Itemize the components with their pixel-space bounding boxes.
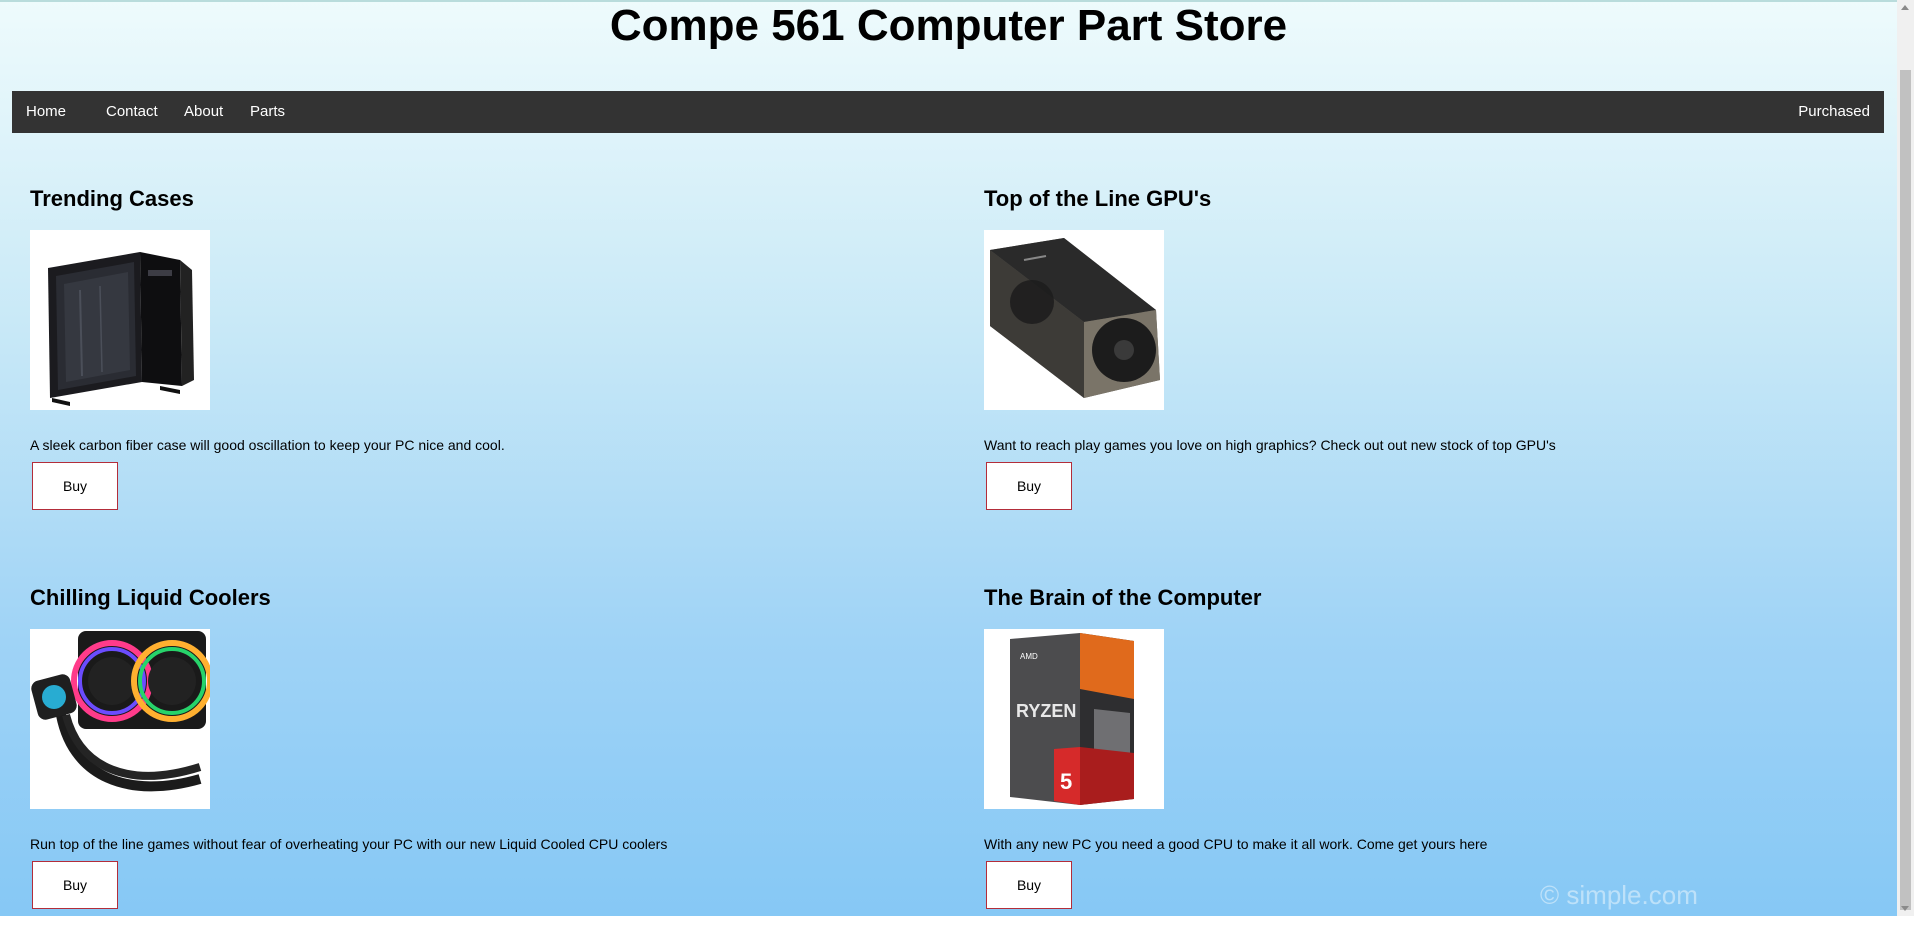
product-card-cpu: The Brain of the Computer RYZEN AMD 5 Wi…	[984, 585, 1487, 909]
product-heading: The Brain of the Computer	[984, 585, 1262, 610]
product-heading: Chilling Liquid Coolers	[30, 585, 271, 610]
nav-link-about[interactable]: About	[170, 91, 237, 133]
product-description: Run top of the line games without fear o…	[30, 836, 668, 852]
product-description: Want to reach play games you love on hig…	[984, 437, 1556, 453]
svg-text:5: 5	[1060, 769, 1072, 794]
cpu-box-image-icon: RYZEN AMD 5	[984, 629, 1164, 809]
buy-button-cases[interactable]: Buy	[32, 462, 118, 510]
watermark: © simple.com	[1540, 880, 1698, 910]
product-card-coolers: Chilling Liquid Coolers Run top of the l…	[30, 585, 667, 909]
vertical-scrollbar[interactable]	[1897, 0, 1914, 916]
liquid-cooler-image-icon	[30, 629, 210, 809]
gpu-image-icon	[984, 230, 1164, 410]
buy-button-cpu[interactable]: Buy	[986, 861, 1072, 909]
nav-link-contact[interactable]: Contact	[92, 91, 172, 133]
scroll-up-arrow-icon[interactable]	[1901, 5, 1909, 10]
page: Compe 561 Computer Part Store Home Conta…	[0, 0, 1897, 916]
svg-text:RYZEN: RYZEN	[1016, 701, 1076, 721]
buy-button-coolers[interactable]: Buy	[32, 861, 118, 909]
scroll-down-arrow-icon[interactable]	[1901, 906, 1909, 911]
site-title: Compe 561 Computer Part Store	[609, 1, 1288, 50]
nav-link-purchased[interactable]: Purchased	[1784, 91, 1884, 133]
product-card-gpus: Top of the Line GPU's Want to reach play…	[984, 186, 1556, 510]
navbar: Home Contact About Parts Purchased	[12, 91, 1884, 133]
product-heading: Trending Cases	[30, 186, 194, 211]
scroll-thumb[interactable]	[1900, 70, 1911, 910]
svg-text:AMD: AMD	[1020, 652, 1038, 661]
product-description: A sleek carbon fiber case will good osci…	[30, 437, 505, 453]
product-description: With any new PC you need a good CPU to m…	[984, 836, 1488, 852]
buy-button-gpus[interactable]: Buy	[986, 462, 1072, 510]
product-heading: Top of the Line GPU's	[984, 186, 1212, 211]
nav-link-home[interactable]: Home	[12, 91, 80, 133]
nav-link-parts[interactable]: Parts	[236, 91, 299, 133]
bottom-strip	[0, 916, 1914, 931]
product-card-cases: Trending Cases A sleek carbon fiber case…	[30, 186, 505, 510]
pc-case-image-icon	[30, 230, 210, 410]
